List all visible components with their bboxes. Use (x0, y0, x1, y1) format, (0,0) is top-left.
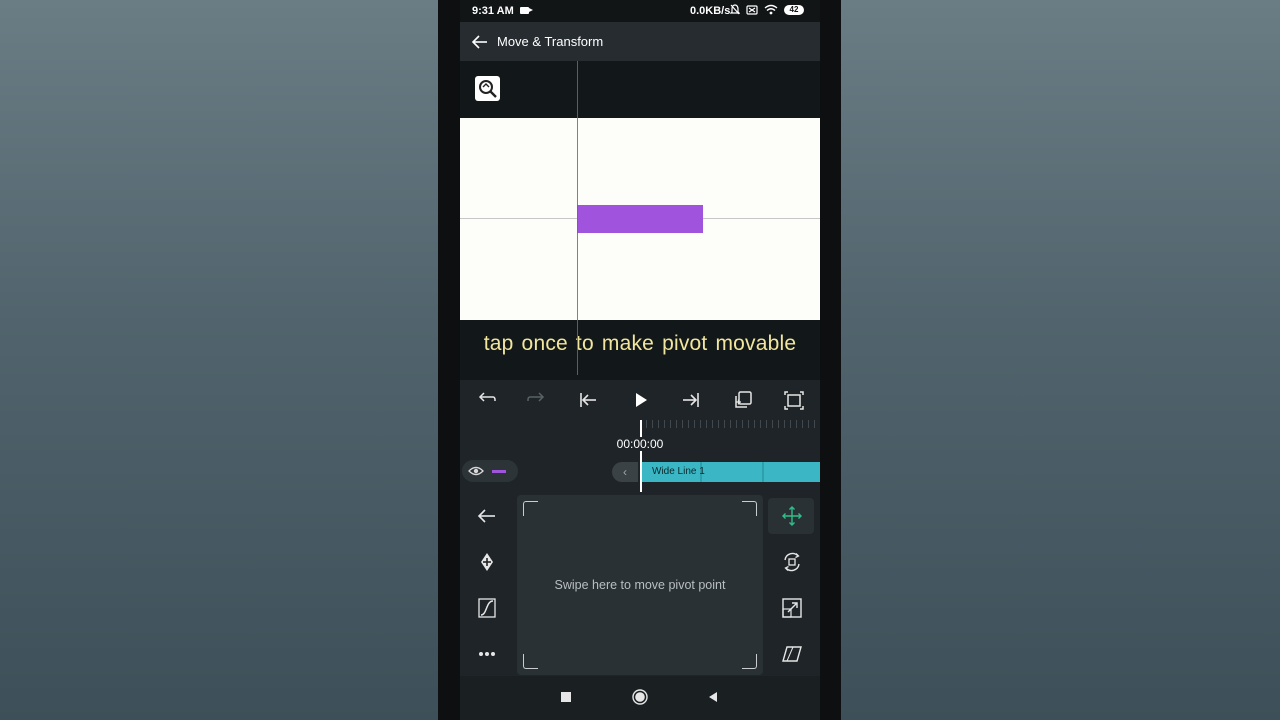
playback-controls (460, 380, 820, 420)
back-arrow-icon[interactable] (475, 504, 499, 528)
status-time: 9:31 AM (472, 5, 514, 17)
redo-icon[interactable] (525, 388, 549, 412)
pad-corner-bottom-right (742, 654, 757, 669)
battery-icon: 42 (784, 4, 804, 15)
caption-area: tap once to make pivot movable (460, 320, 820, 380)
pivot-pad-hint: Swipe here to move pivot point (554, 578, 726, 592)
pad-corner-top-right (742, 501, 757, 516)
zoom-icon (479, 80, 497, 98)
timecode: 00:00:00 (608, 437, 672, 451)
pad-corner-top-left (523, 501, 538, 516)
timeline[interactable]: ‹ Wide Line 1 00:00:00 (460, 420, 820, 492)
timeline-ruler[interactable] (640, 420, 820, 428)
arrow-left-icon[interactable] (468, 30, 492, 54)
no-sim-icon (746, 4, 758, 15)
wide-line-layer[interactable] (577, 205, 703, 233)
skip-to-end-icon[interactable] (679, 388, 703, 412)
timeline-clip[interactable]: Wide Line 1 (640, 462, 820, 482)
status-icons: 42 (730, 4, 804, 15)
home-circle-icon[interactable] (632, 689, 648, 705)
keyframe-icon[interactable] (475, 550, 499, 574)
play-icon[interactable] (628, 388, 652, 412)
pad-corner-bottom-left (523, 654, 538, 669)
back-triangle-icon[interactable] (706, 690, 720, 704)
background-right (841, 0, 1280, 720)
right-toolbar (765, 492, 820, 676)
preview-canvas[interactable] (460, 118, 820, 320)
duplicate-icon[interactable] (731, 388, 755, 412)
clip-label: Wide Line 1 (652, 466, 705, 477)
pivot-guide-line (577, 61, 578, 375)
move-icon[interactable] (780, 504, 804, 528)
network-speed: 0.0KB/s (690, 5, 731, 17)
tutorial-caption: tap once to make pivot movable (483, 332, 797, 355)
wifi-icon (764, 4, 778, 15)
background-left (0, 0, 438, 720)
recents-square-icon[interactable] (559, 690, 573, 704)
preview-toolbar (460, 61, 820, 118)
rotate-icon[interactable] (780, 550, 804, 574)
android-nav-bar (460, 676, 820, 720)
skip-to-start-icon[interactable] (576, 388, 600, 412)
page-title: Move & Transform (497, 34, 604, 49)
clip-collapse-button[interactable]: ‹ (612, 462, 638, 482)
pivot-swipe-pad[interactable]: Swipe here to move pivot point (517, 495, 763, 675)
fullscreen-icon[interactable] (782, 388, 806, 412)
phone-frame: 9:31 AM 0.0KB/s 42 Move & Transform tap … (438, 0, 841, 720)
playhead[interactable] (640, 420, 642, 492)
app-bar: Move & Transform (460, 22, 820, 61)
status-bar: 9:31 AM 0.0KB/s 42 (460, 0, 820, 22)
undo-icon[interactable] (474, 388, 498, 412)
phone-screen: 9:31 AM 0.0KB/s 42 Move & Transform tap … (460, 0, 820, 720)
scale-icon[interactable] (780, 596, 804, 620)
more-icon[interactable] (475, 642, 499, 666)
zoom-button[interactable] (475, 76, 500, 101)
transform-panel: Swipe here to move pivot point (460, 492, 820, 676)
left-toolbar (460, 492, 515, 676)
easing-curve-icon[interactable] (475, 596, 499, 620)
video-recording-icon (520, 7, 533, 14)
skew-icon[interactable] (780, 642, 804, 666)
eye-icon (468, 466, 506, 476)
layer-visibility-toggle[interactable] (462, 460, 518, 482)
mute-icon (730, 4, 740, 15)
